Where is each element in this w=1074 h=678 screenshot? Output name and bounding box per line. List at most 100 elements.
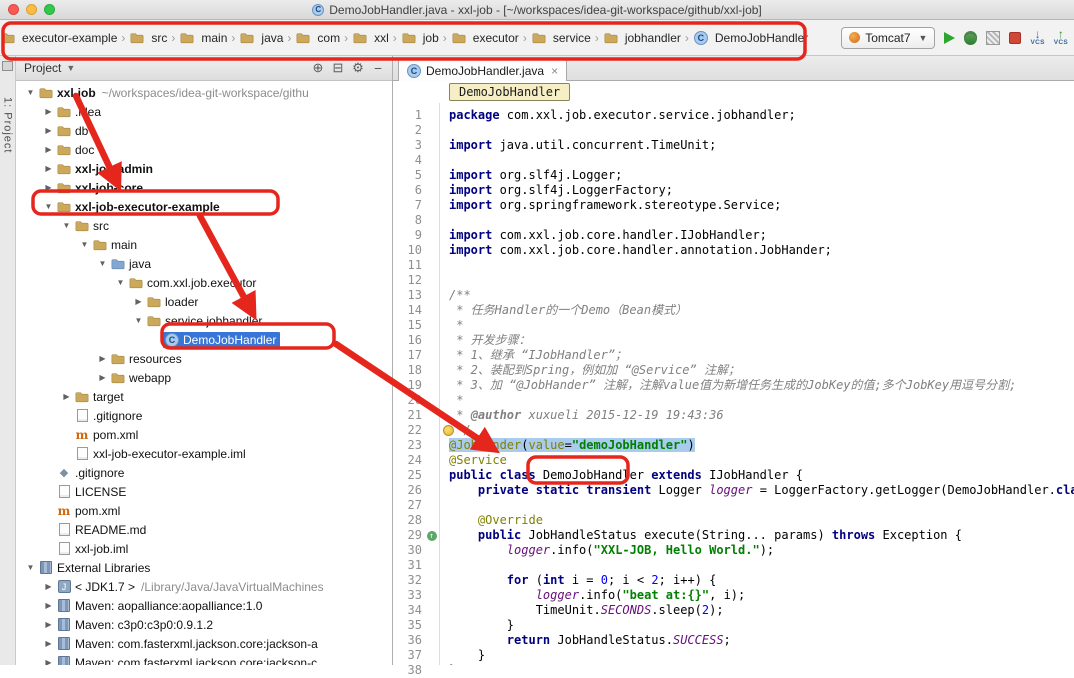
- tree-item[interactable]: ▼External Libraries: [16, 558, 392, 577]
- gutter-line[interactable]: 38: [393, 663, 439, 678]
- expand-icon[interactable]: ▶: [42, 601, 55, 610]
- tree-item[interactable]: ▼java: [16, 254, 392, 273]
- breadcrumb-item[interactable]: job: [399, 29, 441, 47]
- tree-item[interactable]: ▶resources: [16, 349, 392, 368]
- code-line[interactable]: import com.xxl.job.core.handler.annotati…: [449, 243, 1074, 258]
- code-line[interactable]: logger.info("beat at:{}", i);: [449, 588, 1074, 603]
- tree-item[interactable]: ▶Maven: c3p0:c3p0:0.9.1.2: [16, 615, 392, 634]
- code-line[interactable]: return JobHandleStatus.SUCCESS;: [449, 633, 1074, 648]
- project-panel-title[interactable]: Project: [24, 61, 61, 75]
- collapse-icon[interactable]: ▼: [132, 316, 145, 325]
- gutter-line[interactable]: 18: [393, 363, 439, 378]
- tree-item[interactable]: xxl-job-executor-example.iml: [16, 444, 392, 463]
- project-stripe-button[interactable]: 1: Project: [2, 97, 14, 153]
- code-line[interactable]: * 3、加 “@JobHander” 注解，注解value值为新增任务生成的Jo…: [449, 378, 1074, 393]
- tree-item[interactable]: ◆.gitignore: [16, 463, 392, 482]
- tree-item[interactable]: ▶webapp: [16, 368, 392, 387]
- code-line[interactable]: import org.springframework.stereotype.Se…: [449, 198, 1074, 213]
- code-line[interactable]: [449, 153, 1074, 168]
- tree-item[interactable]: ▼src: [16, 216, 392, 235]
- gutter-line[interactable]: 25: [393, 468, 439, 483]
- close-window-icon[interactable]: [8, 4, 19, 15]
- expand-icon[interactable]: ▶: [42, 126, 55, 135]
- gutter-line[interactable]: 4: [393, 153, 439, 168]
- breadcrumb-item[interactable]: executor: [449, 29, 521, 47]
- breadcrumb-item[interactable]: CDemoJobHandler: [691, 29, 810, 47]
- collapse-icon[interactable]: ▼: [24, 563, 37, 572]
- collapse-all-icon[interactable]: ⊟: [328, 60, 348, 76]
- settings-gear-icon[interactable]: ⚙: [348, 60, 368, 76]
- gutter-line[interactable]: 19: [393, 378, 439, 393]
- code-line[interactable]: import org.slf4j.Logger;: [449, 168, 1074, 183]
- tree-item[interactable]: .gitignore: [16, 406, 392, 425]
- tree-item[interactable]: ▶doc: [16, 140, 392, 159]
- editor-gutter[interactable]: 1234567891011121314151617181920212223242…: [393, 103, 440, 665]
- gutter-line[interactable]: 12: [393, 273, 439, 288]
- gutter-line[interactable]: 22: [393, 423, 439, 438]
- expand-icon[interactable]: ▶: [96, 373, 109, 382]
- breadcrumb-item[interactable]: main: [177, 29, 229, 47]
- gutter-line[interactable]: 31: [393, 558, 439, 573]
- editor-breadcrumb-tag[interactable]: DemoJobHandler: [449, 83, 570, 101]
- tree-item[interactable]: ▶Maven: aopalliance:aopalliance:1.0: [16, 596, 392, 615]
- code-editor[interactable]: package com.xxl.job.executor.service.job…: [440, 103, 1074, 665]
- tree-item[interactable]: mpom.xml: [16, 425, 392, 444]
- vcs-update-button[interactable]: ↓ VCS: [1030, 28, 1044, 47]
- gutter-line[interactable]: 36: [393, 633, 439, 648]
- code-line[interactable]: [449, 213, 1074, 228]
- gutter-line[interactable]: 13: [393, 288, 439, 303]
- gutter-line[interactable]: 11: [393, 258, 439, 273]
- coverage-button[interactable]: [986, 31, 1000, 45]
- gutter-line[interactable]: 26: [393, 483, 439, 498]
- breadcrumb-item[interactable]: jobhandler: [601, 29, 683, 47]
- code-line[interactable]: }: [449, 648, 1074, 663]
- gutter-line[interactable]: 16: [393, 333, 439, 348]
- code-line[interactable]: [449, 558, 1074, 573]
- locate-icon[interactable]: ⊕: [308, 60, 328, 76]
- intention-bulb-icon[interactable]: [443, 425, 454, 436]
- collapse-icon[interactable]: ▼: [60, 221, 73, 230]
- code-line[interactable]: *: [449, 318, 1074, 333]
- tree-item[interactable]: README.md: [16, 520, 392, 539]
- collapse-icon[interactable]: ▼: [96, 259, 109, 268]
- run-configuration-select[interactable]: Tomcat7 ▼: [841, 27, 935, 49]
- gutter-line[interactable]: 33: [393, 588, 439, 603]
- expand-icon[interactable]: ▶: [42, 145, 55, 154]
- tree-item[interactable]: ▼com.xxl.job.executor: [16, 273, 392, 292]
- override-marker-icon[interactable]: ↑: [427, 531, 437, 541]
- gutter-line[interactable]: 32: [393, 573, 439, 588]
- code-line[interactable]: public class DemoJobHandler extends IJob…: [449, 468, 1074, 483]
- editor-tab[interactable]: C DemoJobHandler.java ×: [398, 59, 567, 81]
- gutter-line[interactable]: 34: [393, 603, 439, 618]
- breadcrumb-item[interactable]: src: [127, 29, 169, 47]
- code-line[interactable]: /**: [449, 288, 1074, 303]
- gutter-line[interactable]: 20: [393, 393, 439, 408]
- code-line[interactable]: @Override: [449, 513, 1074, 528]
- gutter-line[interactable]: 7: [393, 198, 439, 213]
- tree-item[interactable]: CDemoJobHandler: [16, 330, 392, 349]
- breadcrumb-item[interactable]: java: [237, 29, 285, 47]
- expand-icon[interactable]: ▶: [96, 354, 109, 363]
- tree-item[interactable]: ▶J< JDK1.7 >/Library/Java/JavaVirtualMac…: [16, 577, 392, 596]
- gutter-line[interactable]: 23: [393, 438, 439, 453]
- hide-panel-icon[interactable]: ⎯: [368, 60, 388, 76]
- breadcrumb-item[interactable]: xxl: [350, 29, 391, 47]
- code-line[interactable]: * 2、装配到Spring，例如加 “@Service” 注解；: [449, 363, 1074, 378]
- gutter-line[interactable]: 35: [393, 618, 439, 633]
- expand-icon[interactable]: ▶: [42, 639, 55, 648]
- run-button[interactable]: [944, 32, 955, 44]
- code-line[interactable]: TimeUnit.SECONDS.sleep(2);: [449, 603, 1074, 618]
- tree-item[interactable]: ▼main: [16, 235, 392, 254]
- code-line[interactable]: * 任务Handler的一个Demo（Bean模式）: [449, 303, 1074, 318]
- gutter-line[interactable]: 14: [393, 303, 439, 318]
- tree-item[interactable]: ▼xxl-job~/workspaces/idea-git-workspace/…: [16, 83, 392, 102]
- expand-icon[interactable]: ▶: [60, 392, 73, 401]
- tree-item[interactable]: xxl-job.iml: [16, 539, 392, 558]
- expand-icon[interactable]: ▶: [42, 164, 55, 173]
- tree-item[interactable]: ▶target: [16, 387, 392, 406]
- code-line[interactable]: *: [449, 393, 1074, 408]
- gutter-line[interactable]: 15: [393, 318, 439, 333]
- expand-icon[interactable]: ▶: [42, 620, 55, 629]
- gutter-line[interactable]: 10: [393, 243, 439, 258]
- collapse-icon[interactable]: ▼: [42, 202, 55, 211]
